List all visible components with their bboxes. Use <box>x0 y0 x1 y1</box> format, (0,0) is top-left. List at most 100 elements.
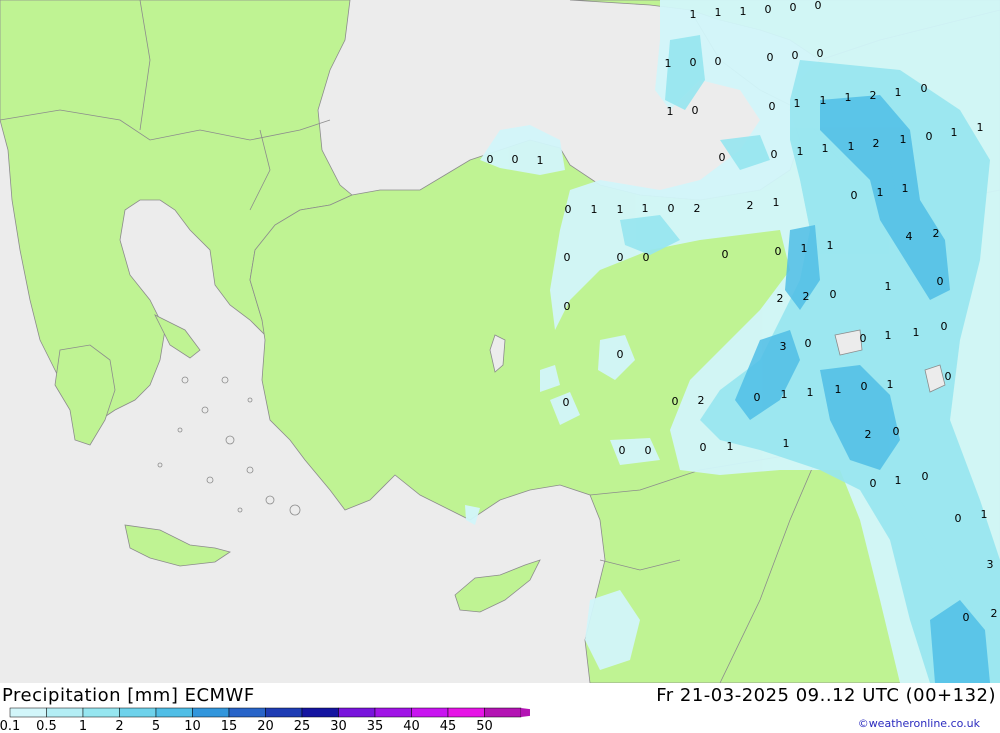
point-value: 1 <box>822 142 829 155</box>
point-value: 0 <box>921 82 928 95</box>
legend-label: 5 <box>152 719 160 733</box>
legend-swatch <box>338 707 376 718</box>
point-value: 1 <box>715 6 722 19</box>
legend-label: 20 <box>257 719 274 733</box>
point-value: 1 <box>827 239 834 252</box>
legend-swatch <box>228 707 266 718</box>
point-value: 0 <box>830 288 837 301</box>
point-value: 1 <box>977 121 984 134</box>
color-legend: 0.1 0.5 1 2 5 10 15 20 25 30 35 40 45 50 <box>0 707 530 733</box>
legend-swatch <box>192 707 230 718</box>
point-value: 1 <box>690 8 697 21</box>
point-value: 1 <box>801 242 808 255</box>
point-value: 1 <box>895 86 902 99</box>
point-value: 0 <box>792 49 799 62</box>
legend-label: 0.1 <box>0 719 20 733</box>
point-value: 1 <box>835 383 842 396</box>
point-value: 0 <box>700 441 707 454</box>
point-value: 1 <box>773 196 780 209</box>
point-value: 0 <box>619 444 626 457</box>
legend-label: 15 <box>221 719 238 733</box>
point-value: 0 <box>719 151 726 164</box>
legend-swatch <box>82 707 120 718</box>
point-value: 0 <box>512 153 519 166</box>
point-value: 1 <box>781 388 788 401</box>
point-value: 0 <box>668 202 675 215</box>
legend-label: 25 <box>294 719 311 733</box>
legend-swatch <box>265 707 303 718</box>
point-value: 1 <box>797 145 804 158</box>
legend-label: 30 <box>330 719 347 733</box>
point-value: 3 <box>780 340 787 353</box>
point-value: 2 <box>865 428 872 441</box>
point-value: 0 <box>715 55 722 68</box>
point-value: 1 <box>848 140 855 153</box>
point-value: 1 <box>887 378 894 391</box>
legend-label: 40 <box>403 719 420 733</box>
point-value: 2 <box>694 202 701 215</box>
point-value: 0 <box>926 130 933 143</box>
point-value: 0 <box>963 611 970 624</box>
point-value: 2 <box>803 290 810 303</box>
point-value: 0 <box>754 391 761 404</box>
legend-label: 10 <box>184 719 201 733</box>
point-value: 0 <box>672 395 679 408</box>
legend-swatch <box>447 707 485 718</box>
point-value: 0 <box>767 51 774 64</box>
legend-label: 45 <box>440 719 457 733</box>
map-title: Precipitation [mm] ECMWF <box>2 685 255 706</box>
point-value: 1 <box>740 5 747 18</box>
point-value: 0 <box>617 251 624 264</box>
point-value: 0 <box>922 470 929 483</box>
point-value: 2 <box>873 137 880 150</box>
legend-swatch <box>484 707 522 718</box>
point-value: 0 <box>817 47 824 60</box>
valid-time: Fr 21-03-2025 09..12 UTC (00+132) <box>656 685 996 706</box>
point-value: 1 <box>807 386 814 399</box>
point-value: 0 <box>870 477 877 490</box>
footer: Precipitation [mm] ECMWF Fr 21-03-2025 0… <box>0 683 1000 733</box>
point-value: 0 <box>945 370 952 383</box>
point-value: 0 <box>690 56 697 69</box>
point-value: 4 <box>906 230 913 243</box>
legend-label: 50 <box>476 719 493 733</box>
point-value: 2 <box>747 199 754 212</box>
point-value: 0 <box>564 251 571 264</box>
point-value: 1 <box>727 440 734 453</box>
legend-arrow <box>521 708 530 717</box>
point-value: 0 <box>765 3 772 16</box>
legend-label: 1 <box>79 719 87 733</box>
point-value: 1 <box>877 186 884 199</box>
point-value: 0 <box>692 104 699 117</box>
point-value: 1 <box>951 126 958 139</box>
point-value: 0 <box>643 251 650 264</box>
point-value: 2 <box>933 227 940 240</box>
point-value: 1 <box>895 474 902 487</box>
point-value: 0 <box>805 337 812 350</box>
point-value: 1 <box>885 329 892 342</box>
legend-swatch <box>301 707 339 718</box>
point-value: 0 <box>937 275 944 288</box>
credit-link[interactable]: ©weatheronline.co.uk <box>858 717 980 730</box>
point-value: 1 <box>783 437 790 450</box>
point-value: 1 <box>591 203 598 216</box>
point-value: 0 <box>861 380 868 393</box>
point-value: 1 <box>845 91 852 104</box>
point-value: 0 <box>790 1 797 14</box>
point-value: 0 <box>565 203 572 216</box>
point-value: 0 <box>775 245 782 258</box>
point-value: 1 <box>642 202 649 215</box>
legend-label: 35 <box>367 719 384 733</box>
precipitation-map: 1 1 1 0 0 0 1 0 0 0 0 0 1 0 0 1 1 1 2 1 0 0 0 1 0 0 1 1 1 2 1 0 1 1 0 1 1 1 0 2… <box>0 0 1000 684</box>
point-value: 1 <box>667 105 674 118</box>
point-value: 1 <box>902 182 909 195</box>
point-value: 0 <box>487 153 494 166</box>
point-value: 1 <box>537 154 544 167</box>
point-value: 0 <box>941 320 948 333</box>
legend-label: 2 <box>115 719 123 733</box>
point-value: 0 <box>769 100 776 113</box>
point-value: 1 <box>820 94 827 107</box>
point-value: 1 <box>617 203 624 216</box>
point-value: 2 <box>870 89 877 102</box>
point-value: 0 <box>564 300 571 313</box>
